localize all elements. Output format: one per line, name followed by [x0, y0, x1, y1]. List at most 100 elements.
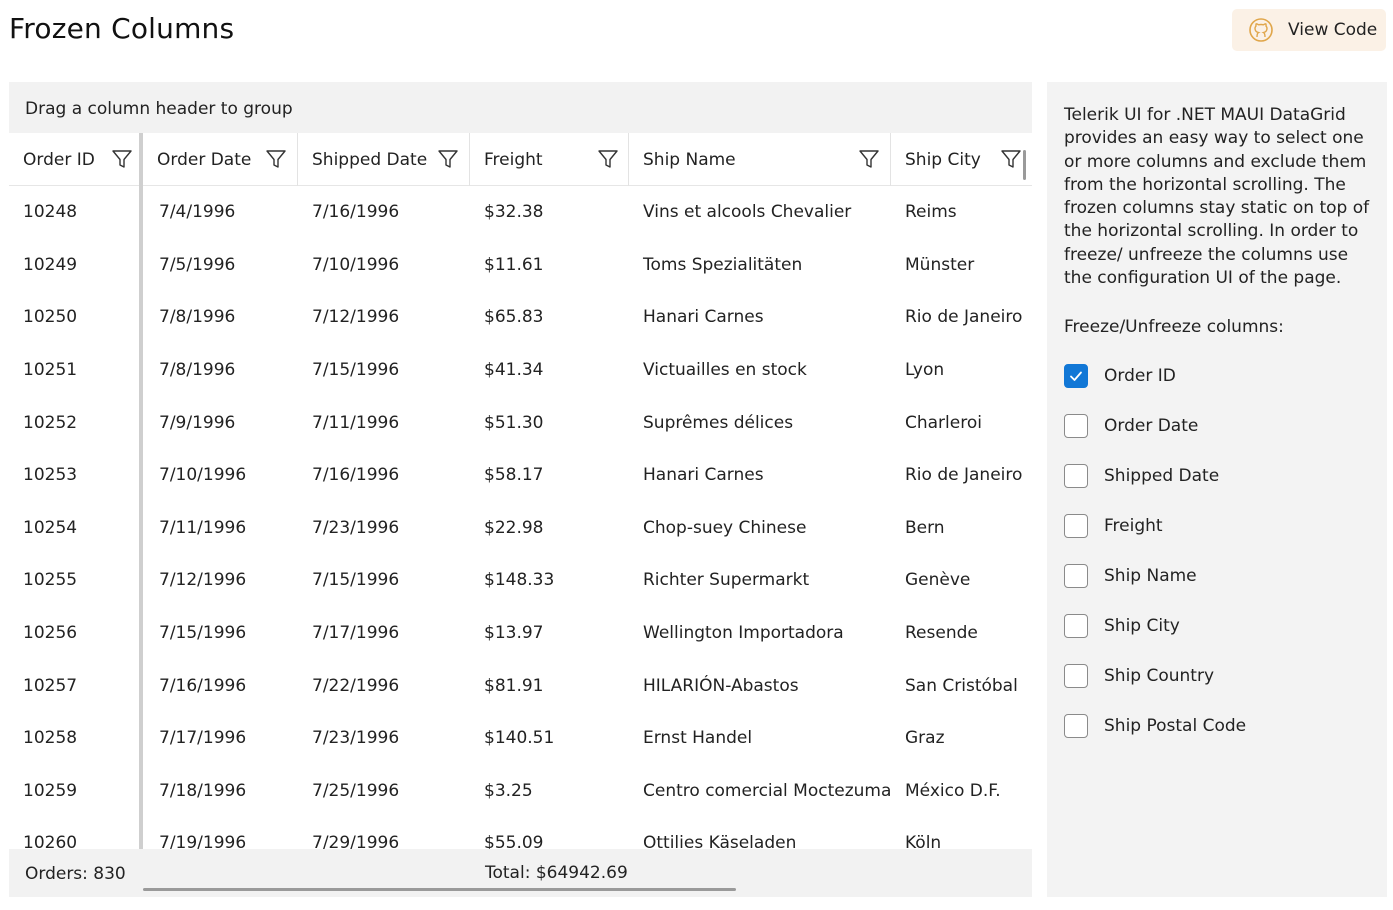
- horizontal-scrollbar[interactable]: [143, 888, 736, 891]
- checkbox-box[interactable]: [1064, 564, 1088, 588]
- table-row[interactable]: 10257 7/16/1996 7/22/1996 $81.91 HILARIÓN-Ab…: [9, 659, 1032, 712]
- cell-ship-name[interactable]: Centro comercial Moctezuma: [629, 765, 891, 818]
- view-code-button[interactable]: View Code: [1232, 9, 1386, 51]
- cell-ship-city[interactable]: Graz: [891, 712, 1032, 765]
- filter-icon[interactable]: [437, 148, 459, 170]
- cell-shipped-date[interactable]: 7/17/1996: [298, 607, 470, 660]
- cell-ship-name[interactable]: Hanari Carnes: [629, 449, 891, 502]
- cell-order-date[interactable]: 7/17/1996: [145, 712, 298, 765]
- cell-freight[interactable]: $58.17: [470, 449, 629, 502]
- cell-ship-city[interactable]: México D.F.: [891, 765, 1032, 818]
- filter-icon[interactable]: [597, 148, 619, 170]
- cell-shipped-date[interactable]: 7/10/1996: [298, 239, 470, 292]
- cell-ship-name[interactable]: Chop-suey Chinese: [629, 502, 891, 555]
- checkbox-box[interactable]: [1064, 614, 1088, 638]
- filter-icon[interactable]: [111, 148, 133, 170]
- filter-icon[interactable]: [858, 148, 880, 170]
- table-row[interactable]: 10259 7/18/1996 7/25/1996 $3.25 Centro comer…: [9, 765, 1032, 818]
- checkbox-ship-country[interactable]: Ship Country: [1064, 663, 1214, 689]
- column-header-shipped-date[interactable]: Shipped Date: [298, 133, 470, 186]
- table-row[interactable]: 10252 7/9/1996 7/11/1996 $51.30 Suprêmes dél…: [9, 396, 1032, 449]
- cell-ship-name[interactable]: HILARIÓN-Abastos: [629, 659, 891, 712]
- cell-freight[interactable]: $81.91: [470, 659, 629, 712]
- checkbox-box[interactable]: [1064, 464, 1088, 488]
- cell-order-id[interactable]: 10257: [9, 659, 139, 712]
- column-header-order-date[interactable]: Order Date: [143, 133, 298, 186]
- cell-order-id[interactable]: 10251: [9, 344, 139, 397]
- cell-shipped-date[interactable]: 7/15/1996: [298, 344, 470, 397]
- filter-icon[interactable]: [1000, 148, 1022, 170]
- vertical-scrollbar[interactable]: [1023, 150, 1026, 180]
- cell-order-date[interactable]: 7/16/1996: [145, 659, 298, 712]
- checkbox-freight[interactable]: Freight: [1064, 513, 1163, 539]
- cell-shipped-date[interactable]: 7/15/1996: [298, 554, 470, 607]
- cell-ship-city[interactable]: Genève: [891, 554, 1032, 607]
- cell-ship-name[interactable]: Hanari Carnes: [629, 291, 891, 344]
- checkbox-order-date[interactable]: Order Date: [1064, 413, 1198, 439]
- cell-ship-city[interactable]: Münster: [891, 239, 1032, 292]
- cell-ship-name[interactable]: Victuailles en stock: [629, 344, 891, 397]
- checkbox-ship-postal-code[interactable]: Ship Postal Code: [1064, 713, 1246, 739]
- checkbox-box[interactable]: [1064, 364, 1088, 388]
- cell-shipped-date[interactable]: 7/23/1996: [298, 502, 470, 555]
- cell-order-id[interactable]: 10252: [9, 396, 139, 449]
- cell-shipped-date[interactable]: 7/11/1996: [298, 396, 470, 449]
- checkbox-box[interactable]: [1064, 714, 1088, 738]
- cell-ship-city[interactable]: Resende: [891, 607, 1032, 660]
- cell-ship-city[interactable]: Charleroi: [891, 396, 1032, 449]
- cell-order-date[interactable]: 7/11/1996: [145, 502, 298, 555]
- table-row[interactable]: 10253 7/10/1996 7/16/1996 $58.17 Hanari Carn…: [9, 449, 1032, 502]
- cell-order-id[interactable]: 10249: [9, 239, 139, 292]
- cell-order-date[interactable]: 7/9/1996: [145, 396, 298, 449]
- cell-order-date[interactable]: 7/8/1996: [145, 291, 298, 344]
- table-row[interactable]: 10255 7/12/1996 7/15/1996 $148.33 Richter Su…: [9, 554, 1032, 607]
- checkbox-box[interactable]: [1064, 514, 1088, 538]
- table-row[interactable]: 10258 7/17/1996 7/23/1996 $140.51 Ernst Hand…: [9, 712, 1032, 765]
- cell-ship-city[interactable]: San Cristóbal: [891, 659, 1032, 712]
- cell-freight[interactable]: $32.38: [470, 186, 629, 239]
- cell-order-id[interactable]: 10254: [9, 502, 139, 555]
- cell-order-date[interactable]: 7/8/1996: [145, 344, 298, 397]
- cell-order-date[interactable]: 7/4/1996: [145, 186, 298, 239]
- cell-freight[interactable]: $65.83: [470, 291, 629, 344]
- cell-freight[interactable]: $11.61: [470, 239, 629, 292]
- cell-order-date[interactable]: 7/18/1996: [145, 765, 298, 818]
- cell-shipped-date[interactable]: 7/25/1996: [298, 765, 470, 818]
- filter-icon[interactable]: [265, 148, 287, 170]
- cell-ship-name[interactable]: Richter Supermarkt: [629, 554, 891, 607]
- cell-freight[interactable]: $3.25: [470, 765, 629, 818]
- checkbox-box[interactable]: [1064, 414, 1088, 438]
- table-row[interactable]: 10250 7/8/1996 7/12/1996 $65.83 Hanari Carne…: [9, 291, 1032, 344]
- cell-order-date[interactable]: 7/5/1996: [145, 239, 298, 292]
- cell-ship-city[interactable]: Lyon: [891, 344, 1032, 397]
- cell-ship-name[interactable]: Toms Spezialitäten: [629, 239, 891, 292]
- cell-order-id[interactable]: 10253: [9, 449, 139, 502]
- table-row[interactable]: 10254 7/11/1996 7/23/1996 $22.98 Chop-suey C…: [9, 502, 1032, 555]
- checkbox-ship-name[interactable]: Ship Name: [1064, 563, 1197, 589]
- cell-order-date[interactable]: 7/10/1996: [145, 449, 298, 502]
- checkbox-box[interactable]: [1064, 664, 1088, 688]
- cell-freight[interactable]: $13.97: [470, 607, 629, 660]
- cell-freight[interactable]: $41.34: [470, 344, 629, 397]
- cell-order-id[interactable]: 10255: [9, 554, 139, 607]
- cell-order-date[interactable]: 7/15/1996: [145, 607, 298, 660]
- cell-ship-name[interactable]: Vins et alcools Chevalier: [629, 186, 891, 239]
- table-row[interactable]: 10249 7/5/1996 7/10/1996 $11.61 Toms Spezial…: [9, 239, 1032, 292]
- cell-freight[interactable]: $51.30: [470, 396, 629, 449]
- cell-freight[interactable]: $140.51: [470, 712, 629, 765]
- cell-ship-city[interactable]: Rio de Janeiro: [891, 291, 1032, 344]
- cell-freight[interactable]: $22.98: [470, 502, 629, 555]
- cell-ship-city[interactable]: Reims: [891, 186, 1032, 239]
- cell-order-id[interactable]: 10258: [9, 712, 139, 765]
- checkbox-shipped-date[interactable]: Shipped Date: [1064, 463, 1219, 489]
- table-row[interactable]: 10256 7/15/1996 7/17/1996 $13.97 Wellington …: [9, 607, 1032, 660]
- cell-shipped-date[interactable]: 7/22/1996: [298, 659, 470, 712]
- table-row[interactable]: 10251 7/8/1996 7/15/1996 $41.34 Victuailles …: [9, 344, 1032, 397]
- column-header-freight[interactable]: Freight: [470, 133, 629, 186]
- cell-order-id[interactable]: 10256: [9, 607, 139, 660]
- column-header-ship-name[interactable]: Ship Name: [629, 133, 891, 186]
- cell-shipped-date[interactable]: 7/16/1996: [298, 449, 470, 502]
- cell-shipped-date[interactable]: 7/16/1996: [298, 186, 470, 239]
- column-header-order-id[interactable]: Order ID: [9, 133, 143, 186]
- cell-ship-name[interactable]: Suprêmes délices: [629, 396, 891, 449]
